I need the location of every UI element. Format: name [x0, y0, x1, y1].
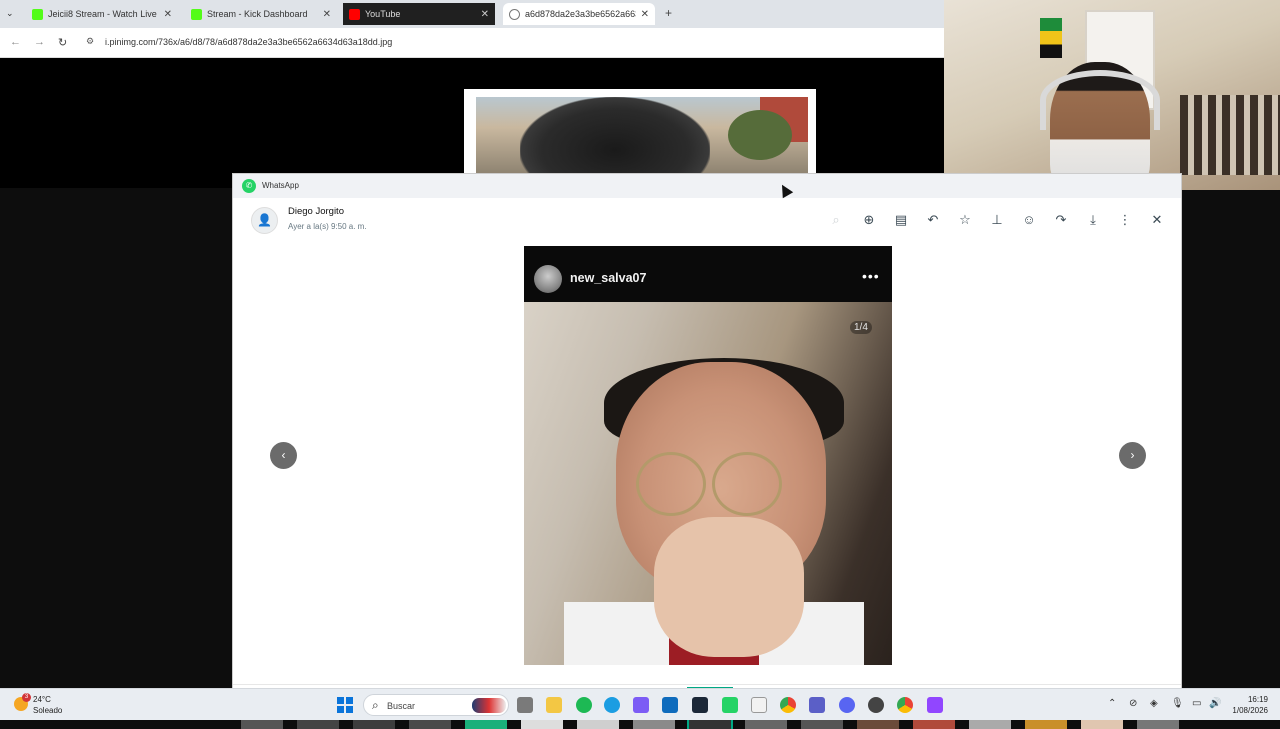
more-options-icon[interactable]: ⋮ [1115, 210, 1135, 230]
globe-icon [509, 8, 520, 20]
back-icon[interactable]: ← [10, 36, 21, 48]
sender-avatar[interactable]: 👤 [251, 207, 278, 234]
tab-kick-stream[interactable]: Jeicii8 Stream - Watch Live on ✕ [26, 3, 178, 25]
whatsapp-taskbar-icon[interactable] [722, 697, 738, 713]
pin-icon[interactable]: ⊥ [987, 210, 1007, 230]
photo-hand [654, 517, 804, 657]
photo-glasses-left [636, 452, 706, 516]
tab-label: Stream - Kick Dashboard [207, 9, 308, 19]
close-viewer-icon[interactable]: ✕ [1147, 210, 1167, 230]
next-media-button[interactable]: › [1119, 442, 1146, 469]
copilot-icon[interactable] [633, 697, 649, 713]
outlook-icon[interactable] [662, 697, 678, 713]
instagram-post-header: new_salva07 ••• [524, 246, 892, 302]
webcam-headphones [1040, 70, 1160, 130]
browser-tab-bar: ⌄ Jeicii8 Stream - Watch Live on ✕ Strea… [0, 0, 944, 28]
tab-kick-dashboard[interactable]: Stream - Kick Dashboard ✕ [185, 3, 337, 25]
search-highlight-image [472, 698, 506, 713]
twitch-icon[interactable] [927, 697, 943, 713]
tab-label: a6d878da2e3a3be6562a6634d [525, 9, 636, 19]
discord-icon[interactable] [839, 697, 855, 713]
tray-app-icon[interactable]: ⊘ [1129, 698, 1137, 709]
previous-media-button[interactable]: ‹ [270, 442, 297, 469]
instagram-avatar [534, 265, 562, 293]
store-icon[interactable] [751, 697, 767, 713]
tab-image[interactable]: a6d878da2e3a3be6562a6634d ✕ [503, 3, 655, 25]
media-preview: new_salva07 ••• 1/4 [524, 246, 892, 665]
zoom-out-icon: ⌕ [832, 212, 840, 227]
webcam-bed [1180, 95, 1280, 175]
close-tab-icon[interactable]: ✕ [481, 9, 489, 20]
chrome-profile-icon[interactable] [897, 697, 913, 713]
weather-condition[interactable]: Soleado [33, 706, 62, 715]
obs-icon[interactable] [868, 697, 884, 713]
close-tab-icon[interactable]: ✕ [164, 9, 172, 20]
microphone-icon[interactable]: 🎙 [1171, 698, 1184, 709]
url-field[interactable]: i.pinimg.com/736x/a6/d8/78/a6d878da2e3a3… [105, 37, 392, 47]
task-view-icon[interactable] [517, 697, 533, 713]
edge-icon[interactable] [604, 697, 620, 713]
teams-icon[interactable] [809, 697, 825, 713]
instagram-username: new_salva07 [570, 271, 647, 285]
photo-glasses-right [712, 452, 782, 516]
weather-badge: 3 [22, 693, 31, 702]
tab-youtube[interactable]: YouTube ✕ [343, 3, 495, 25]
start-button[interactable] [337, 697, 353, 713]
react-emoji-icon[interactable]: ☺ [1019, 210, 1039, 230]
windows-taskbar: 3 24°C Soleado ⌕ Buscar ⌃ ⊘ ◈ 🎙 ▭ 🔊 16:1… [0, 688, 1280, 720]
taskbar-search[interactable]: ⌕ Buscar [363, 694, 509, 716]
kick-icon [191, 8, 202, 20]
search-placeholder: Buscar [387, 701, 416, 711]
tab-label: Jeicii8 Stream - Watch Live on [48, 9, 159, 19]
star-icon[interactable]: ☆ [955, 210, 975, 230]
whatsapp-logo-icon: ✆ [242, 179, 256, 193]
weather-temperature[interactable]: 24°C [33, 695, 51, 704]
spotify-icon[interactable] [576, 697, 592, 713]
new-tab-button[interactable]: + [665, 6, 672, 20]
taskbar-date[interactable]: 1/08/2026 [1222, 706, 1268, 715]
kick-icon [32, 8, 43, 20]
tray-security-icon[interactable]: ◈ [1150, 698, 1158, 709]
message-timestamp: Ayer a la(s) 9:50 a. m. [288, 222, 367, 231]
file-explorer-icon[interactable] [546, 697, 562, 713]
whatsapp-title-bar[interactable]: ✆ WhatsApp [233, 174, 1181, 198]
chrome-icon[interactable] [780, 697, 796, 713]
tab-label: YouTube [365, 9, 401, 19]
download-icon[interactable]: ⤓ [1083, 210, 1103, 230]
search-icon: ⌕ [372, 698, 379, 712]
forward-icon[interactable]: → [34, 36, 45, 48]
close-tab-icon[interactable]: ✕ [323, 9, 331, 20]
close-tab-icon[interactable]: ✕ [641, 9, 649, 20]
window-title: WhatsApp [262, 181, 299, 190]
taskbar-time[interactable]: 16:19 [1222, 695, 1268, 704]
site-info-icon[interactable]: ⚙ [86, 36, 94, 47]
reload-icon[interactable]: ↻ [58, 36, 67, 49]
zoom-in-icon[interactable]: ⊕ [859, 210, 879, 230]
reply-icon[interactable]: ↶ [923, 210, 943, 230]
instagram-photo [524, 302, 892, 665]
network-icon[interactable]: ▭ [1192, 698, 1201, 709]
steam-icon[interactable] [692, 697, 708, 713]
image-tree [728, 110, 792, 160]
volume-icon[interactable]: 🔊 [1209, 698, 1221, 709]
show-hidden-icons[interactable]: ⌃ [1108, 698, 1116, 709]
go-to-message-icon[interactable]: ▤ [891, 210, 911, 230]
carousel-counter: 1/4 [850, 321, 872, 334]
address-bar-row: ← → ↻ ⚙ i.pinimg.com/736x/a6/d8/78/a6d87… [0, 28, 944, 58]
image-hair [520, 97, 710, 173]
forward-icon[interactable]: ↷ [1051, 210, 1071, 230]
youtube-icon [349, 8, 360, 20]
whatsapp-window: ✆ WhatsApp 👤 Diego Jorgito Ayer a la(s) … [232, 173, 1182, 729]
webcam-flag [1040, 18, 1062, 58]
tab-list-dropdown-icon[interactable]: ⌄ [6, 8, 14, 19]
sender-name: Diego Jorgito [288, 206, 344, 217]
instagram-more-icon: ••• [862, 268, 880, 284]
